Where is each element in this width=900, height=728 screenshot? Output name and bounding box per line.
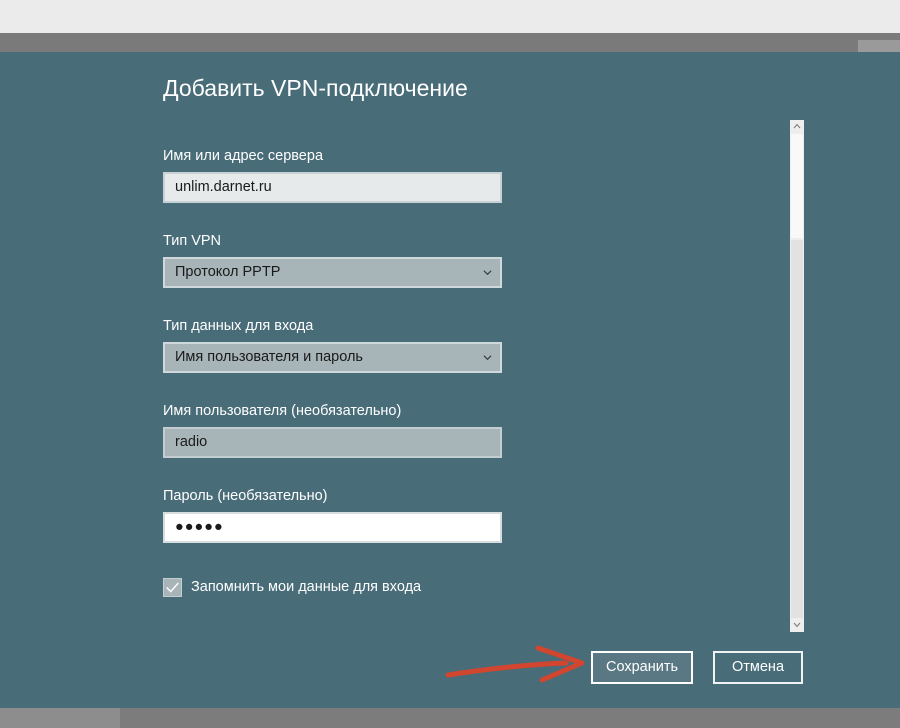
password-label: Пароль (необязательно) — [163, 488, 328, 504]
password-input[interactable]: ●●●●● — [163, 512, 502, 543]
bottom-window-band-left — [0, 708, 120, 728]
scroll-up-icon[interactable] — [793, 123, 801, 129]
username-label: Имя пользователя (необязательно) — [163, 403, 402, 419]
red-arrow-icon — [445, 645, 585, 683]
scrollbar[interactable] — [790, 120, 804, 632]
vpn-type-label: Тип VPN — [163, 233, 222, 249]
signin-type-label: Тип данных для входа — [163, 318, 314, 334]
remember-checkbox[interactable] — [163, 578, 182, 597]
cancel-button[interactable]: Отмена — [713, 651, 803, 684]
chevron-down-icon — [483, 270, 492, 276]
scroll-thumb[interactable] — [791, 134, 803, 238]
username-input[interactable]: radio — [163, 427, 502, 458]
chevron-down-icon — [483, 355, 492, 361]
scroll-down-icon[interactable] — [793, 622, 801, 628]
scroll-track[interactable] — [791, 240, 803, 618]
checkmark-icon — [166, 582, 179, 593]
save-button[interactable]: Сохранить — [591, 651, 693, 684]
signin-type-value: Имя пользователя и пароль — [175, 349, 363, 365]
bottom-window-band — [0, 708, 900, 728]
vpn-type-select[interactable]: Протокол PPTP — [163, 257, 502, 288]
remember-label: Запомнить мои данные для входа — [191, 579, 422, 595]
background-window-band — [0, 33, 900, 53]
top-window-strip — [0, 0, 900, 33]
vpn-type-value: Протокол PPTP — [175, 264, 281, 280]
signin-type-select[interactable]: Имя пользователя и пароль — [163, 342, 502, 373]
server-label: Имя или адрес сервера — [163, 148, 324, 164]
add-vpn-dialog: Добавить VPN-подключение Имя или адрес с… — [0, 52, 900, 708]
dialog-title: Добавить VPN-подключение — [163, 75, 468, 101]
server-input[interactable]: unlim.darnet.ru — [163, 172, 502, 203]
